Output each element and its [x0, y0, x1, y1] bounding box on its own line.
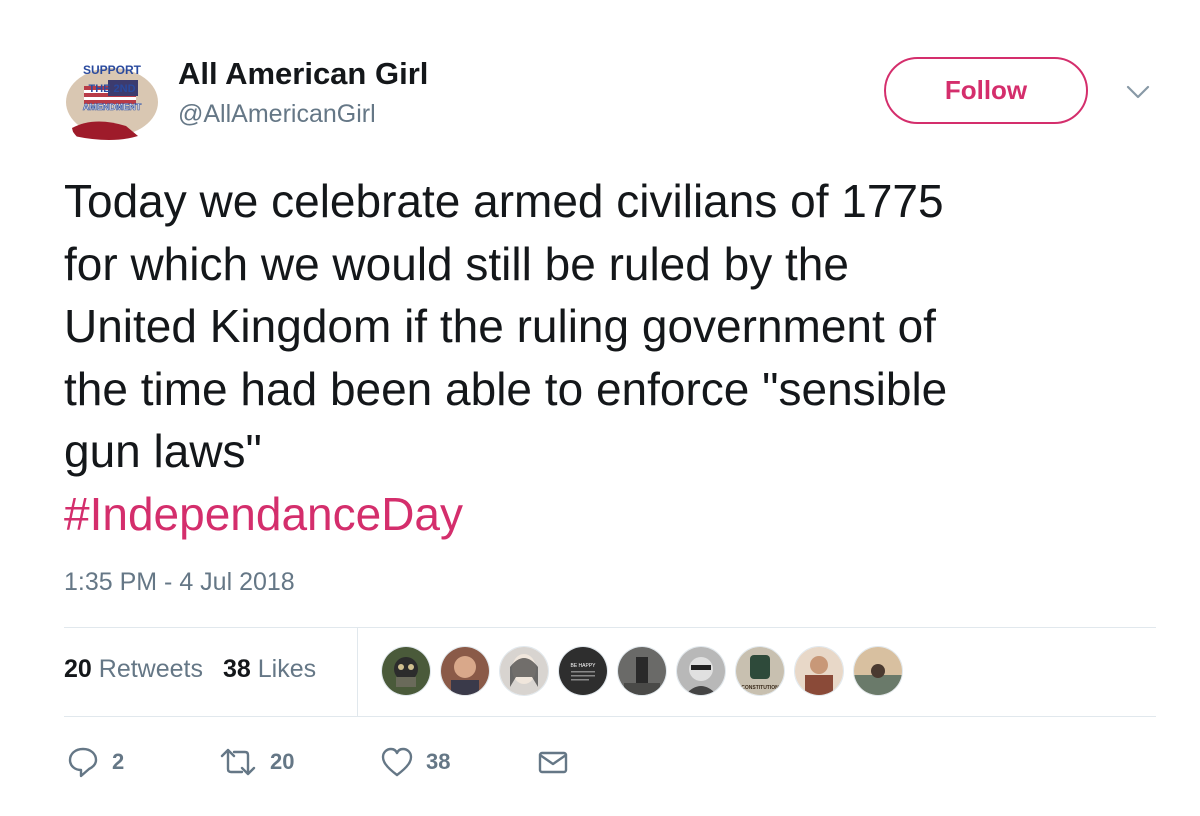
chevron-down-icon[interactable]	[1124, 80, 1152, 104]
reply-count: 2	[112, 749, 125, 774]
like-count: 38	[426, 749, 451, 774]
liker-avatar[interactable]	[676, 646, 726, 696]
liker-avatar[interactable]	[853, 646, 903, 696]
liker-avatar[interactable]	[794, 646, 844, 696]
tweet-text-line: gun laws"	[64, 425, 262, 477]
stats-separator	[357, 628, 358, 716]
svg-text:BE HAPPY: BE HAPPY	[570, 663, 596, 669]
liker-avatar[interactable]	[617, 646, 667, 696]
liker-avatar[interactable]: CONSTITUTION	[735, 646, 785, 696]
tweet-timestamp[interactable]: 1:35 PM - 4 Jul 2018	[64, 568, 295, 597]
liker-avatar[interactable]: BE HAPPY	[558, 646, 608, 696]
liker-avatar[interactable]	[499, 646, 549, 696]
liker-avatar[interactable]	[440, 646, 490, 696]
retweet-icon	[220, 748, 256, 776]
likes-stat[interactable]: 38 Likes	[223, 655, 316, 683]
tweet-text-line: United Kingdom if the ruling government …	[64, 300, 936, 352]
hashtag-link[interactable]: #IndependanceDay	[64, 483, 1154, 546]
retweet-button[interactable]: 20	[218, 742, 294, 782]
like-button[interactable]: 38	[380, 742, 450, 782]
tweet-text-line: for which we would still be ruled by the	[64, 237, 849, 290]
engagement-stats: 20 Retweets 38 Likes	[64, 655, 316, 684]
tweet-text: Today we celebrate armed civilians of 17…	[64, 170, 1154, 545]
user-handle[interactable]: @AllAmericanGirl	[178, 100, 376, 129]
retweets-label: Retweets	[98, 655, 203, 683]
heart-icon	[381, 747, 413, 777]
reply-button[interactable]: 2	[66, 742, 124, 782]
liker-avatar[interactable]	[381, 646, 431, 696]
divider	[64, 627, 1156, 628]
retweet-count: 20	[270, 749, 295, 774]
retweets-stat[interactable]: 20 Retweets	[64, 655, 203, 683]
svg-text:CONSTITUTION: CONSTITUTION	[741, 685, 779, 691]
liker-avatars: BE HAPPY CONSTITUTION	[381, 646, 912, 696]
tweet-text-line: the time had been able to enforce "sensi…	[64, 362, 948, 415]
avatar-image: SUPPORT THE 2ND AMENDMENT	[64, 56, 160, 152]
envelope-icon	[538, 751, 568, 774]
follow-button[interactable]: Follow	[884, 57, 1088, 124]
display-name[interactable]: All American Girl	[178, 56, 428, 92]
divider	[64, 716, 1156, 717]
direct-message-button[interactable]	[536, 742, 570, 782]
avatar-text-amendment: AMENDMENT	[83, 102, 142, 112]
avatar-text-support: SUPPORT	[83, 63, 142, 77]
retweets-count: 20	[64, 655, 92, 683]
avatar[interactable]: SUPPORT THE 2ND AMENDMENT	[64, 56, 160, 152]
avatar-text-2nd: THE 2ND	[88, 83, 135, 95]
likes-count: 38	[222, 655, 251, 683]
likes-label: Likes	[257, 655, 317, 683]
tweet-text-line: Today we celebrate armed civilians of 17…	[64, 175, 944, 227]
reply-icon	[68, 747, 98, 778]
